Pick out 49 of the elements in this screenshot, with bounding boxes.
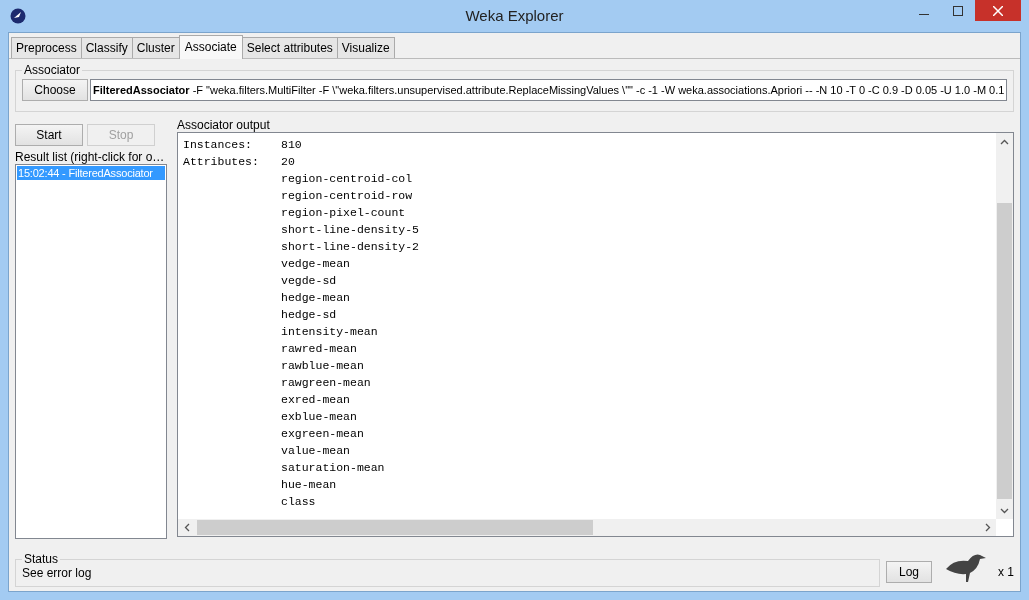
output-value: rawred-mean: [281, 342, 357, 355]
output-value: exblue-mean: [281, 410, 357, 423]
window-title: Weka Explorer: [465, 7, 564, 24]
tab[interactable]: Select attributes: [241, 37, 338, 58]
output-value: hedge-sd: [281, 308, 337, 321]
start-button[interactable]: Start: [15, 124, 83, 146]
scroll-down-icon[interactable]: [1000, 507, 1009, 514]
output-value: region-pixel-count: [281, 206, 406, 219]
section-title: Associator output: [177, 118, 270, 132]
close-icon[interactable]: [975, 0, 1021, 21]
output-value: vedge-mean: [281, 257, 350, 270]
output-label: Attributes:: [183, 155, 260, 168]
tab[interactable]: Cluster: [131, 37, 180, 58]
output-label: Instances:: [183, 138, 253, 151]
output-value: 20: [281, 155, 295, 168]
output-value: rawgreen-mean: [281, 376, 371, 389]
output-value: region-centroid-col: [281, 172, 413, 185]
output-value: rawblue-mean: [281, 359, 364, 372]
section-title: Associator: [23, 63, 82, 77]
bird-logo-icon: [10, 8, 26, 24]
scroll-right-icon[interactable]: [984, 523, 991, 532]
output-value: value-mean: [281, 444, 350, 457]
command-field[interactable]: FilteredAssociator -F "weka.filters.MultiFilter -F \"weka.filters.unsupervised.attribute.ReplaceMissingValues \"" -c -1 -W weka.associations.Apriori -- -N 10 -T 0 -C 0.9 -D 0.05 -U 1.0 -M 0.1: [90, 79, 1007, 101]
scroll-left-icon[interactable]: [183, 523, 190, 532]
tab[interactable]: Associate: [178, 35, 243, 59]
output-value: 810: [281, 138, 302, 151]
horizontal-scrollbar[interactable]: [178, 519, 996, 536]
output-value: hedge-mean: [281, 291, 350, 304]
log-button[interactable]: Log: [886, 561, 932, 583]
tab[interactable]: Classify: [80, 37, 133, 58]
output-value: region-centroid-row: [281, 189, 413, 202]
counter-text: x 1: [998, 565, 1014, 579]
output-value: exred-mean: [281, 393, 350, 406]
output-value: saturation-mean: [281, 461, 385, 474]
output-value: class: [281, 495, 316, 508]
tab[interactable]: Preprocess: [11, 37, 82, 58]
scroll-up-icon[interactable]: [1000, 138, 1009, 145]
output-value: intensity-mean: [281, 325, 378, 338]
output-value: exgreen-mean: [281, 427, 364, 440]
output-value: vegde-sd: [281, 274, 337, 287]
section-title: Status: [23, 552, 60, 566]
section-title: Result list (right-click for o…: [15, 150, 165, 164]
tab[interactable]: Visualize: [336, 37, 395, 58]
status-text: See error log: [22, 566, 93, 580]
output-value: hue-mean: [281, 478, 337, 491]
output-value: short-line-density-2: [281, 240, 420, 253]
vertical-scrollbar[interactable]: [996, 133, 1013, 519]
output-value: short-line-density-5: [281, 223, 420, 236]
choose-button[interactable]: Choose: [22, 79, 88, 101]
